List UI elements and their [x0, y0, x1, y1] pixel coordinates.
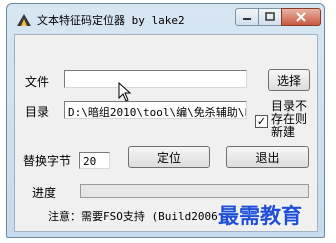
create-directory-checkbox[interactable]: ✓	[255, 115, 268, 128]
maximize-button[interactable]	[258, 8, 282, 26]
directory-label: 目录	[25, 105, 50, 119]
file-path-input[interactable]	[64, 70, 247, 88]
app-icon	[17, 14, 31, 26]
watermark: 最需教育	[218, 203, 302, 228]
minimize-button[interactable]	[235, 8, 259, 26]
check-icon: ✓	[256, 115, 267, 128]
footer-note: 注意：需要FSO支持 (Build2006	[48, 210, 218, 223]
close-icon	[296, 12, 306, 22]
exit-button[interactable]: 退出	[226, 146, 309, 168]
file-label: 文件	[25, 75, 50, 89]
window-title: 文本特征码定位器 by lake2	[37, 14, 185, 27]
replace-byte-input[interactable]: 20	[79, 152, 110, 169]
maximize-icon	[265, 12, 275, 21]
locate-button[interactable]: 定位	[128, 146, 210, 168]
replace-byte-label: 替换字节	[23, 154, 72, 168]
close-button[interactable]	[281, 8, 321, 26]
progress-label: 进度	[32, 186, 57, 200]
create-directory-label-line3: 新建	[271, 125, 296, 139]
directory-input[interactable]: D:\暗组2010\tool\编\免杀辅助\F	[64, 101, 247, 119]
minimize-icon	[243, 18, 251, 20]
progress-bar	[80, 184, 309, 198]
browse-button[interactable]: 选择	[268, 69, 310, 91]
mouse-cursor-icon	[118, 82, 132, 102]
title-bar[interactable]: 文本特征码定位器 by lake2	[7, 4, 324, 34]
